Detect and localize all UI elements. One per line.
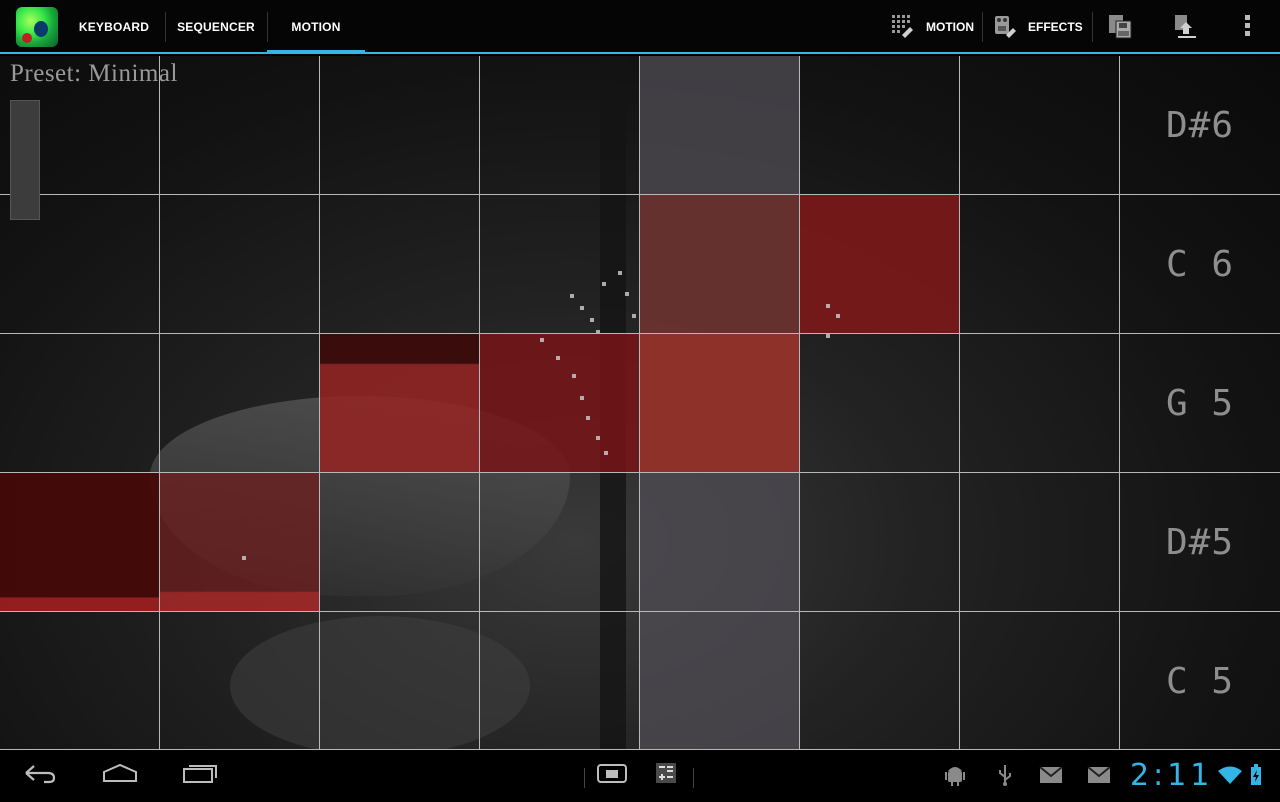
status-clock: 2:11 xyxy=(1130,758,1214,793)
action-bar: KEYBOARD SEQUENCER MOTION MOTION EFFECTS xyxy=(0,0,1280,54)
calculator-icon xyxy=(654,761,678,790)
note-label: G 5 xyxy=(1165,383,1235,424)
system-navigation-bar: 2:11 xyxy=(0,750,1280,800)
motion-grid-icon xyxy=(890,13,916,42)
upload-icon xyxy=(1172,12,1200,43)
grid-cell-active[interactable] xyxy=(640,195,800,334)
email-icon xyxy=(1086,750,1112,800)
home-icon xyxy=(101,762,139,789)
grid-cell-active[interactable] xyxy=(0,473,160,612)
screen-icon xyxy=(596,762,628,789)
motion-action-button[interactable]: MOTION xyxy=(890,0,974,54)
overflow-menu-icon xyxy=(1240,12,1254,43)
motion-grid-stage[interactable]: D#6 C 6 G 5 D#5 C 5 xyxy=(0,56,1280,750)
save-icon xyxy=(1106,12,1134,43)
back-button[interactable] xyxy=(18,750,62,800)
battery-icon xyxy=(1246,750,1266,800)
preset-label: Preset: Minimal xyxy=(10,60,178,87)
grid-cell-active[interactable] xyxy=(800,195,960,334)
tab-motion[interactable]: MOTION xyxy=(267,0,365,54)
level-meter[interactable] xyxy=(10,100,40,220)
overflow-menu-button[interactable] xyxy=(1240,0,1254,54)
note-label: C 5 xyxy=(1165,661,1235,702)
gmail-icon xyxy=(1038,750,1064,800)
effects-action-button[interactable]: EFFECTS xyxy=(992,0,1083,54)
note-label: D#5 xyxy=(1165,522,1235,563)
note-label: C 6 xyxy=(1165,244,1235,285)
grid-cell-active[interactable] xyxy=(480,334,640,473)
tab-sequencer[interactable]: SEQUENCER xyxy=(166,0,266,52)
motion-action-label: MOTION xyxy=(926,20,974,34)
home-button[interactable] xyxy=(98,750,142,800)
app-logo-icon[interactable] xyxy=(16,7,58,47)
calculator-button[interactable] xyxy=(650,750,682,800)
android-debug-icon xyxy=(942,750,968,800)
save-preset-button[interactable] xyxy=(1106,0,1144,54)
back-icon xyxy=(22,762,58,789)
tab-keyboard[interactable]: KEYBOARD xyxy=(66,0,162,52)
wifi-icon xyxy=(1216,750,1244,800)
recent-apps-button[interactable] xyxy=(178,750,222,800)
grid-cell-active[interactable] xyxy=(320,334,480,473)
effects-action-label: EFFECTS xyxy=(1028,20,1083,34)
tablet-mode-button[interactable] xyxy=(594,750,630,800)
usb-icon xyxy=(992,750,1018,800)
recent-apps-icon xyxy=(181,762,219,789)
note-label: D#6 xyxy=(1165,105,1235,146)
grid-cell-active[interactable] xyxy=(160,473,320,612)
effects-pedal-icon xyxy=(992,13,1018,42)
grid-cell-active[interactable] xyxy=(640,334,800,473)
export-button[interactable] xyxy=(1172,0,1210,54)
